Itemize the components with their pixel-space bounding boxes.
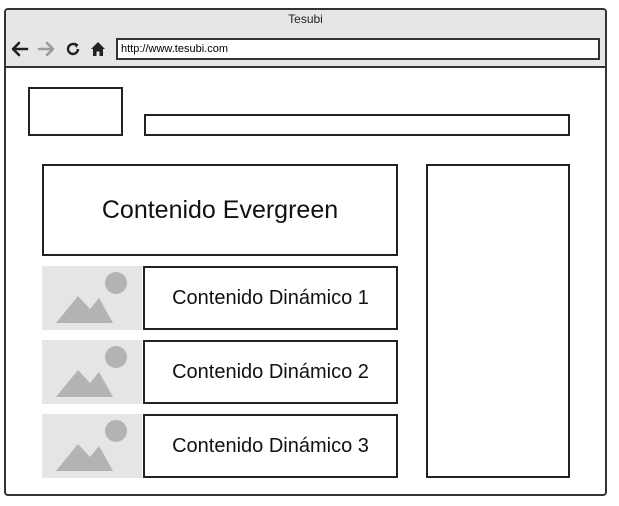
sidebar-placeholder	[426, 164, 570, 478]
evergreen-content-label: Contenido Evergreen	[101, 195, 339, 224]
home-icon[interactable]	[88, 39, 108, 59]
image-placeholder-icon	[42, 340, 142, 404]
url-input[interactable]: http://www.tesubi.com	[116, 38, 600, 60]
evergreen-content-block: Contenido Evergreen	[42, 164, 398, 256]
dynamic-content-label-3: Contenido Dinámico 3	[172, 434, 369, 457]
dynamic-content-item-3: Contenido Dinámico 3	[143, 414, 398, 478]
back-arrow-icon[interactable]	[10, 39, 30, 59]
window-title: Tesubi	[288, 12, 323, 26]
image-placeholder-icon	[42, 266, 142, 330]
dynamic-content-label-1: Contenido Dinámico 1	[172, 286, 369, 309]
nav-bar-placeholder	[144, 114, 570, 136]
dynamic-content-item-2: Contenido Dinámico 2	[143, 340, 398, 404]
logo-placeholder	[28, 87, 123, 136]
image-placeholder-icon	[42, 414, 142, 478]
forward-arrow-icon[interactable]	[36, 39, 56, 59]
browser-toolbar: Tesubi http://www.tesubi.com	[6, 10, 605, 68]
dynamic-content-label-2: Contenido Dinámico 2	[172, 360, 369, 383]
reload-icon[interactable]	[63, 39, 83, 59]
dynamic-content-item-1: Contenido Dinámico 1	[143, 266, 398, 330]
